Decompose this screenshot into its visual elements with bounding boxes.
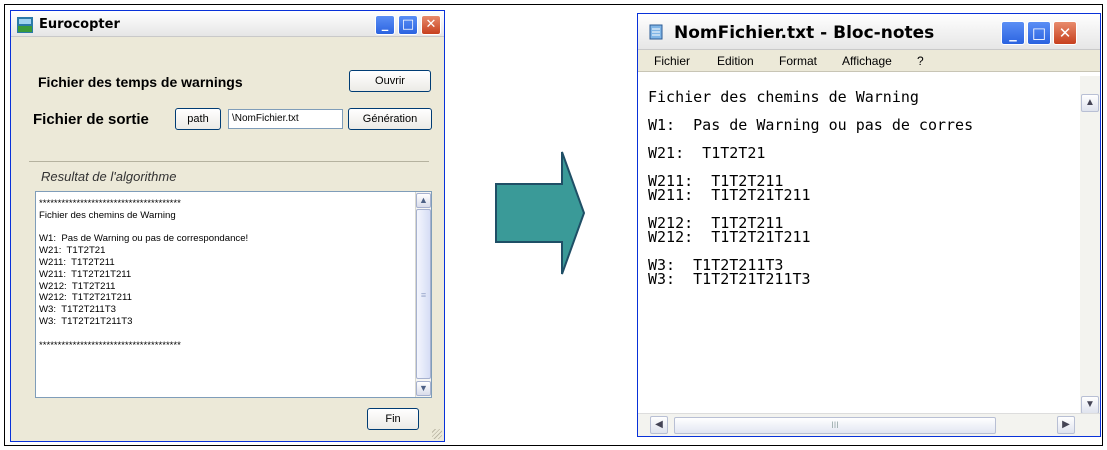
generate-button[interactable]: Génération xyxy=(348,108,432,130)
right-arrow xyxy=(495,151,586,275)
menu-format[interactable]: Format xyxy=(779,54,817,68)
notepad-window: NomFichier.txt - Bloc-notes _ □ ✕ Fichie… xyxy=(637,13,1101,437)
result-line: W1: Pas de Warning ou pas de corresponda… xyxy=(39,233,249,245)
app-icon xyxy=(17,17,33,33)
app-titlebar[interactable]: Eurocopter _ □ ✕ xyxy=(11,11,444,37)
notepad-line: W211: T1T2T21T211 xyxy=(648,186,811,204)
open-button[interactable]: Ouvrir xyxy=(349,70,431,92)
scroll-thumb[interactable]: ≡ xyxy=(416,209,431,379)
end-button[interactable]: Fin xyxy=(367,408,419,430)
menu-edition[interactable]: Edition xyxy=(717,54,754,68)
notepad-close-button[interactable]: ✕ xyxy=(1053,21,1077,45)
notepad-icon xyxy=(649,24,663,40)
notepad-maximize-button[interactable]: □ xyxy=(1027,21,1051,45)
result-line: W3: T1T2T211T3 xyxy=(39,304,116,316)
result-line: W3: T1T2T21T211T3 xyxy=(39,315,133,327)
result-line: ************************************** xyxy=(39,198,181,209)
result-line xyxy=(39,328,248,340)
result-line: W211: T1T2T211 xyxy=(39,256,115,268)
result-line: W212: T1T2T211 xyxy=(39,280,116,292)
maximize-button[interactable]: □ xyxy=(398,15,418,35)
scroll-down-button[interactable]: ▼ xyxy=(416,381,431,396)
menu-fichier[interactable]: Fichier xyxy=(654,54,690,68)
eurocopter-window: Eurocopter _ □ ✕ Fichier des temps de wa… xyxy=(10,10,445,442)
output-file-label: Fichier de sortie xyxy=(33,111,149,128)
result-vertical-scrollbar[interactable]: ▲ ≡ ▼ xyxy=(415,192,431,397)
path-button[interactable]: path xyxy=(175,108,221,130)
notepad-minimize-button[interactable]: _ xyxy=(1001,21,1025,45)
notepad-scroll-right[interactable]: ▶ xyxy=(1057,416,1075,434)
notepad-scroll-up[interactable]: ▲ xyxy=(1081,94,1099,112)
divider xyxy=(29,161,429,162)
menu-help[interactable]: ? xyxy=(917,54,924,68)
notepad-scroll-left[interactable]: ◀ xyxy=(650,416,668,434)
notepad-horizontal-scrollbar[interactable]: ◀ III ▶ xyxy=(638,413,1100,436)
result-line: Fichier des chemins de Warning xyxy=(39,209,176,221)
notepad-titlebar[interactable]: NomFichier.txt - Bloc-notes _ □ ✕ xyxy=(638,14,1100,50)
output-file-field[interactable]: \NomFichier.txt xyxy=(228,109,343,129)
notepad-text-area[interactable]: Fichier des chemins de Warning W1: Pas d… xyxy=(648,88,974,288)
result-line xyxy=(39,222,248,234)
result-line: W21: T1T2T21 xyxy=(39,245,106,257)
minimize-button[interactable]: _ xyxy=(375,15,395,35)
arrow-shape xyxy=(495,151,586,275)
result-line: ************************************** xyxy=(39,339,181,351)
result-text: ************************************** Fi… xyxy=(39,198,248,351)
notepad-line: W1: Pas de Warning ou pas de corres xyxy=(648,116,974,134)
notepad-vertical-scrollbar[interactable]: ▲ ▼ xyxy=(1080,76,1100,414)
result-label: Resultat de l'algorithme xyxy=(41,169,177,184)
notepad-line: W212: T1T2T21T211 xyxy=(648,228,811,246)
result-line: W212: T1T2T21T211 xyxy=(39,292,132,304)
notepad-hscroll-thumb[interactable]: III xyxy=(674,417,996,434)
scroll-up-button[interactable]: ▲ xyxy=(416,193,431,208)
warnings-file-label: Fichier des temps de warnings xyxy=(38,74,243,90)
result-textarea[interactable]: ************************************** Fi… xyxy=(35,191,432,398)
notepad-title: NomFichier.txt - Bloc-notes xyxy=(674,23,935,43)
notepad-scroll-down[interactable]: ▼ xyxy=(1081,396,1099,414)
notepad-line: W21: T1T2T21 xyxy=(648,144,766,162)
resize-grip[interactable] xyxy=(432,429,442,439)
notepad-menubar: Fichier Edition Format Affichage ? xyxy=(638,50,1100,72)
close-button[interactable]: ✕ xyxy=(421,15,441,35)
notepad-line: W3: T1T2T21T211T3 xyxy=(648,270,811,288)
result-line: W211: T1T2T21T211 xyxy=(39,268,132,280)
menu-affichage[interactable]: Affichage xyxy=(842,54,892,68)
notepad-line: Fichier des chemins de Warning xyxy=(648,88,919,106)
app-title: Eurocopter xyxy=(39,17,120,32)
